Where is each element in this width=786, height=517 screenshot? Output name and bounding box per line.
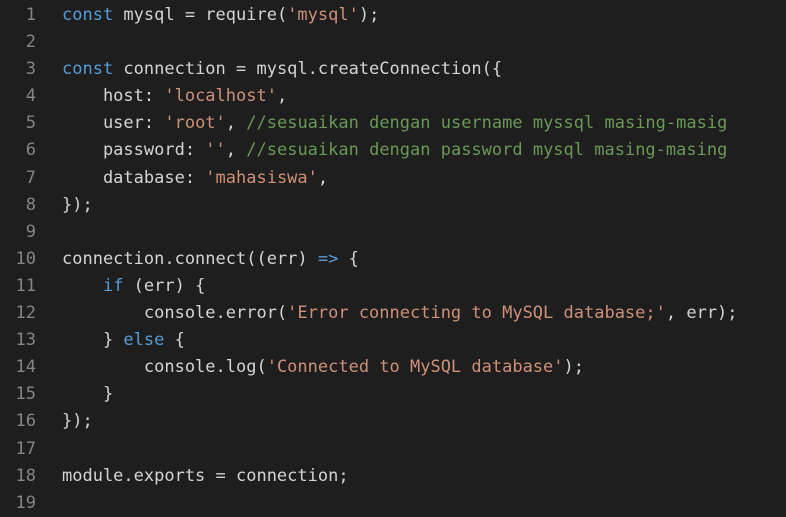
code-token: connection.connect((err) (62, 248, 318, 269)
line-number: 13 (15, 330, 36, 351)
code-token: password: (62, 140, 206, 161)
line-number: 8 (25, 194, 36, 215)
code-token: , (225, 140, 247, 161)
code-editor[interactable]: 1 const mysql = require('mysql'); 2 3 const … (0, 2, 786, 513)
string-token: 'Error connecting to MySQL database;' (287, 303, 666, 324)
code-text: console.log('Connected to MySQL database… (62, 354, 584, 381)
code-token: { (338, 248, 359, 269)
code-line[interactable]: 11 if (err) { (0, 273, 786, 300)
line-number: 12 (15, 303, 36, 324)
code-token: ); (358, 5, 380, 25)
code-token: connection = mysql.createConnection({ (113, 59, 503, 80)
code-text: }); (62, 192, 93, 219)
code-token: }); (62, 411, 93, 432)
keyword-token: => (317, 248, 339, 269)
code-line[interactable]: 2 (0, 29, 786, 56)
line-number: 11 (15, 275, 36, 296)
string-token: 'mysql' (287, 5, 359, 25)
line-number: 7 (25, 167, 36, 188)
code-line[interactable]: 12 console.error('Error connecting to My… (0, 300, 786, 327)
string-token: 'Connected to MySQL database' (266, 357, 564, 378)
code-token: user: (62, 113, 165, 134)
code-text: database: 'mahasiswa', (62, 165, 328, 192)
line-number: 14 (15, 357, 36, 378)
comment-token: //sesuaikan dengan password mysql masing… (246, 140, 728, 161)
code-text: } (62, 381, 113, 408)
code-token: console.log( (62, 357, 267, 378)
code-text: password: '', //sesuaikan dengan passwor… (62, 137, 727, 164)
code-text: if (err) { (62, 273, 205, 300)
code-token: , (317, 167, 329, 188)
code-token: , (225, 113, 247, 134)
keyword-token: if (102, 275, 124, 296)
code-text: module.exports = connection; (62, 463, 349, 490)
code-line[interactable]: 17 (0, 436, 786, 463)
string-token: '' (205, 140, 226, 161)
code-token: , (276, 86, 288, 107)
code-text: host: 'localhost', (62, 83, 287, 110)
code-line[interactable]: 7 database: 'mahasiswa', (0, 165, 786, 192)
code-line[interactable]: 6 password: '', //sesuaikan dengan passw… (0, 137, 786, 164)
code-token: { (164, 330, 185, 351)
code-line[interactable]: 4 host: 'localhost', (0, 83, 786, 110)
code-line[interactable]: 14 console.log('Connected to MySQL datab… (0, 354, 786, 381)
code-token: host: (62, 86, 165, 107)
line-number: 18 (15, 465, 36, 486)
string-token: 'mahasiswa' (205, 167, 318, 188)
code-line[interactable]: 3 const connection = mysql.createConnecti… (0, 56, 786, 83)
code-text: } else { (62, 327, 185, 354)
code-line[interactable]: 18 module.exports = connection; (0, 463, 786, 490)
line-number: 19 (15, 492, 36, 513)
string-token: 'root' (164, 113, 226, 134)
code-line[interactable]: 19 (0, 490, 786, 517)
code-line[interactable]: 13 } else { (0, 327, 786, 354)
line-number: 6 (25, 140, 36, 161)
line-number: 1 (25, 5, 36, 25)
code-line[interactable]: 10 connection.connect((err) => { (0, 246, 786, 273)
line-number: 9 (25, 221, 36, 242)
string-token: 'localhost' (164, 86, 277, 107)
code-line[interactable]: 15 } (0, 381, 786, 408)
line-number: 5 (25, 113, 36, 134)
code-text: }); (62, 408, 93, 435)
code-text: console.error('Error connecting to MySQL… (62, 300, 738, 327)
code-token: , err); (665, 303, 738, 324)
code-token: database: (62, 167, 206, 188)
code-text: connection.connect((err) => { (62, 246, 359, 273)
line-number: 15 (15, 384, 36, 405)
code-line[interactable]: 8}); (0, 192, 786, 219)
line-number: 10 (15, 248, 36, 269)
code-text: user: 'root', //sesuaikan dengan usernam… (62, 110, 727, 137)
code-text: const connection = mysql.createConnectio… (62, 56, 502, 83)
code-token: (err) { (123, 275, 206, 296)
code-line[interactable]: 1 const mysql = require('mysql'); (0, 2, 786, 29)
line-number: 17 (15, 438, 36, 459)
code-line[interactable]: 9 (0, 219, 786, 246)
comment-token: //sesuaikan dengan username myssql masin… (246, 113, 728, 134)
code-token: } (62, 384, 114, 405)
keyword-token: else (123, 330, 165, 351)
code-token: } (62, 330, 124, 351)
line-number: 3 (25, 59, 36, 80)
line-number: 16 (15, 411, 36, 432)
code-text: const mysql = require('mysql'); (62, 2, 379, 29)
keyword-token: const (62, 59, 114, 80)
line-number: 2 (25, 32, 36, 53)
code-token: }); (62, 194, 93, 215)
code-line[interactable]: 16}); (0, 408, 786, 435)
code-token: module.exports = connection; (62, 465, 349, 486)
keyword-token: const (62, 5, 114, 25)
code-line[interactable]: 5 user: 'root', //sesuaikan dengan usern… (0, 110, 786, 137)
code-token: ); (563, 357, 584, 378)
line-number: 4 (25, 86, 36, 107)
code-token: mysql = require( (113, 5, 288, 25)
code-token: console.error( (62, 303, 288, 324)
